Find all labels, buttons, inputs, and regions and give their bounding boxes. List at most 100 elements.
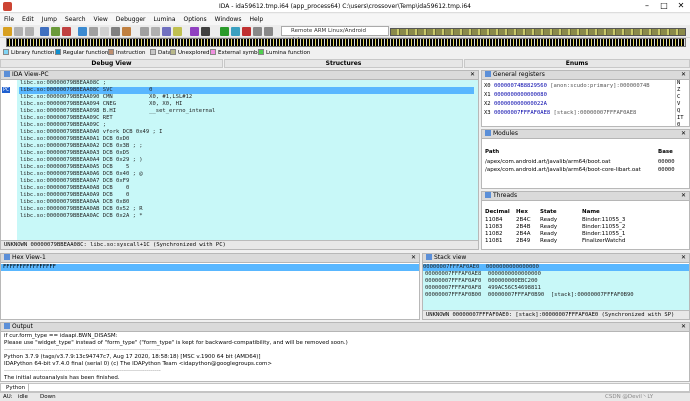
asm-line[interactable]: libc.so:00000079BBEAA0AC DCB 0x2A ; * (20, 213, 143, 220)
menu-jump[interactable]: Jump (38, 14, 61, 23)
close-panel-icon[interactable]: ✕ (681, 254, 686, 262)
tab-structures[interactable]: Structures (224, 59, 463, 68)
forward-icon[interactable] (25, 27, 34, 36)
stack-line[interactable]: 00000007FFFAF0B00 00000007FFFAF0B90 [sta… (425, 292, 634, 299)
modules-panel[interactable]: Modules ✕ Path Base /apex/com.android.ar… (481, 129, 690, 189)
thread-decimal[interactable]: 11083 (485, 224, 503, 230)
ida-view-panel[interactable]: IDA View-PC ✕ PC libc.so:00000079BBEAA08… (0, 70, 479, 250)
asm-line[interactable]: libc.so:00000079BBEAA0A9 DCB 0 (20, 192, 129, 199)
close-panel-icon[interactable]: ✕ (681, 130, 686, 138)
thread-decimal[interactable]: 11082 (485, 231, 503, 237)
menu-lumina[interactable]: Lumina (149, 14, 179, 23)
rename-icon[interactable] (151, 27, 160, 36)
navigation-band[interactable] (6, 38, 686, 47)
asm-line[interactable]: libc.so:00000079BBEAA0A7 DCB 0xF9 (20, 178, 129, 185)
string-icon[interactable] (100, 27, 109, 36)
maximize-icon[interactable]: □ (657, 1, 671, 10)
column-base[interactable]: Base (658, 149, 673, 155)
column-hex[interactable]: Hex (516, 209, 528, 215)
close-panel-icon[interactable]: ✕ (411, 254, 416, 262)
asm-line[interactable]: libc.so:00000079BBEAA0A0 vfork DCB 0x49 … (20, 129, 162, 136)
flag-c[interactable]: C (676, 94, 689, 101)
threads-panel[interactable]: Threads ✕ Decimal Hex State Name 11084 2… (481, 191, 690, 250)
stop-icon[interactable] (242, 27, 251, 36)
flag-z[interactable]: Z (676, 87, 689, 94)
register-row[interactable]: X0 00000074B8829560 [anon:scudo:primary]… (484, 82, 650, 90)
asm-line[interactable]: libc.so:00000079BBEAA0A4 DCB 0x29 ; ) (20, 157, 143, 164)
asm-line[interactable]: libc.so:00000079BBEAA0AA DCB 0x80 (20, 199, 129, 206)
step-into-icon[interactable] (253, 27, 262, 36)
column-decimal[interactable]: Decimal (485, 209, 510, 215)
menu-windows[interactable]: Windows (211, 14, 246, 23)
general-registers-panel[interactable]: General registers ✕ X0 00000074B8829560 … (481, 70, 690, 128)
stack-line[interactable]: 00000007FFFAF0AE8 0000000000000000 (425, 271, 541, 278)
debugger-select[interactable]: Remote ARM Linux/Android debugger (281, 26, 389, 43)
asm-line[interactable]: libc.so:00000079BBEAA09C ; (20, 122, 106, 129)
stack-listing[interactable]: 00000007FFFAF0AE0 0000000000000000 00000… (423, 264, 689, 310)
stack-line-current[interactable]: 00000007FFFAF0AE0 0000000000000000 (423, 264, 689, 271)
module-path[interactable]: /apex/com.android.art/javalib/arm64/boot… (485, 167, 641, 173)
close-panel-icon[interactable]: ✕ (681, 71, 686, 79)
close-panel-icon[interactable]: ✕ (681, 192, 686, 200)
flag-it[interactable]: IT 0 (676, 115, 689, 128)
asm-line[interactable]: libc.so:00000079BBEAA0A5 DCB 5 (20, 164, 129, 171)
column-state[interactable]: State (540, 209, 557, 215)
graph-icon[interactable] (173, 27, 182, 36)
ida-icon[interactable] (201, 27, 210, 36)
jump-icon[interactable] (40, 27, 49, 36)
asm-line[interactable]: libc.so:00000079BBEAA0A1 DCB 0xD0 (20, 136, 129, 143)
array-icon[interactable] (111, 27, 120, 36)
asm-line[interactable]: libc.so:00000079BBEAA0AB DCB 0x52 ; R (20, 206, 143, 213)
asm-line[interactable]: libc.so:00000079BBEAA0A2 DCB 0x3B ; ; (20, 143, 143, 150)
flag-v[interactable]: V (676, 101, 689, 108)
asm-line[interactable]: libc.so:00000079BBEAA0A6 DCB 0x40 ; @ (20, 171, 143, 178)
asm-line[interactable]: libc.so:00000079BBEAA0A3 DCB 0xD5 (20, 150, 129, 157)
stack-line[interactable]: 00000007FFFAF0AF0 000000000EBC200 (425, 278, 538, 285)
search-icon[interactable] (51, 27, 60, 36)
column-path[interactable]: Path (485, 149, 499, 155)
back-icon[interactable] (14, 27, 23, 36)
thread-decimal[interactable]: 11084 (485, 217, 503, 223)
asm-line[interactable]: libc.so:00000079BBEAA0A8 DCB 0 (20, 185, 129, 192)
code-icon[interactable] (78, 27, 87, 36)
stack-line[interactable]: 00000007FFFAF0AF8 499AC56C54698811 (425, 285, 541, 292)
stack-view-panel[interactable]: Stack view ✕ 00000007FFFAF0AE0 000000000… (422, 253, 690, 320)
asm-line[interactable]: libc.so:00000079BBEAA09C RET (20, 115, 113, 122)
run-icon[interactable] (220, 27, 229, 36)
data-icon[interactable] (89, 27, 98, 36)
register-row[interactable]: X3 00000007FFFAF0AE8 [stack]:00000007FFF… (484, 109, 636, 117)
tab-debug-view[interactable]: Debug View (0, 59, 223, 68)
asm-line-current[interactable]: libc.so:00000079BBEAA08C SVC 0 (19, 87, 474, 94)
close-icon[interactable]: ✕ (674, 1, 688, 10)
menu-file[interactable]: File (0, 14, 18, 23)
thread-decimal[interactable]: 11081 (485, 238, 503, 244)
module-path[interactable]: /apex/com.android.art/javalib/arm64/boot… (485, 159, 611, 165)
register-row[interactable]: X2 000000000000022A (484, 100, 547, 108)
register-row[interactable]: X1 0000000000000080 (484, 91, 547, 99)
undefine-icon[interactable] (140, 27, 149, 36)
pause-icon[interactable] (231, 27, 240, 36)
python-tab[interactable]: Python (3, 384, 30, 392)
close-panel-icon[interactable]: ✕ (681, 323, 686, 331)
column-name[interactable]: Name (582, 209, 600, 215)
minimize-icon[interactable]: – (640, 1, 654, 10)
tab-enums[interactable]: Enums (464, 59, 690, 68)
flag-q[interactable]: Q (676, 108, 689, 115)
menu-edit[interactable]: Edit (18, 14, 38, 23)
hex-line[interactable]: FFFFFFFFFFFFFFFF (1, 264, 419, 271)
asm-line[interactable]: libc.so:00000079BBEAA090 CMN X0, #1,LSL#… (20, 94, 192, 101)
output-panel[interactable]: Output ✕ if cur.form_type == idaapi.BWN_… (0, 322, 690, 382)
asm-line[interactable]: libc.so:00000079BBEAA094 CNEG X0, X0, HI (20, 101, 182, 108)
hex-view-panel[interactable]: Hex View-1 ✕ FFFFFFFFFFFFFFFF (0, 253, 420, 320)
flag-n[interactable]: N (676, 80, 689, 87)
menu-options[interactable]: Options (180, 14, 211, 23)
menu-debugger[interactable]: Debugger (112, 14, 150, 23)
menu-search[interactable]: Search (61, 14, 90, 23)
menu-help[interactable]: Help (245, 14, 267, 23)
step-over-icon[interactable] (264, 27, 273, 36)
close-panel-icon[interactable]: ✕ (470, 71, 475, 79)
asm-line[interactable]: libc.so:00000079BBEAA08C ; (20, 80, 106, 87)
comment-icon[interactable] (162, 27, 171, 36)
function-icon[interactable] (122, 27, 131, 36)
open-icon[interactable] (3, 27, 12, 36)
